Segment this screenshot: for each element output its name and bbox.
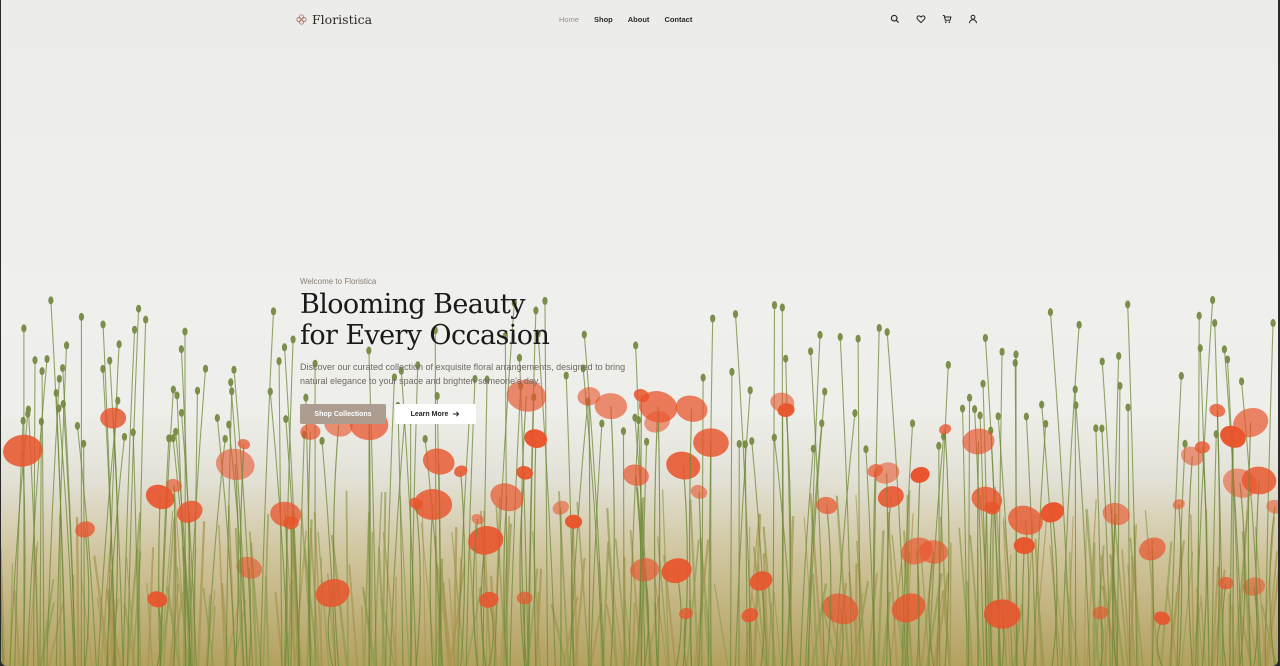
nav-link-home[interactable]: Home bbox=[559, 15, 579, 24]
nav-link-shop[interactable]: Shop bbox=[594, 15, 613, 24]
hero-section: Welcome to Floristica Blooming Beauty fo… bbox=[300, 277, 660, 424]
page: Floristica Home Shop About Contact Welco… bbox=[1, 0, 1278, 666]
learn-more-label: Learn More bbox=[410, 410, 449, 418]
learn-more-button[interactable]: Learn More bbox=[395, 404, 476, 424]
heart-icon[interactable] bbox=[916, 14, 926, 24]
hero-title-line-2: for Every Occasion bbox=[300, 320, 550, 351]
hero-title: Blooming Beauty for Every Occasion bbox=[300, 289, 660, 351]
top-navbar: Floristica Home Shop About Contact bbox=[1, 0, 1278, 40]
flower-logo-icon bbox=[296, 14, 307, 25]
hero-cta-group: Shop Collections Learn More bbox=[300, 404, 660, 424]
nav-link-contact[interactable]: Contact bbox=[664, 15, 692, 24]
hero-eyebrow: Welcome to Floristica bbox=[300, 277, 377, 286]
search-icon[interactable] bbox=[890, 14, 900, 24]
brand-name: Floristica bbox=[312, 12, 373, 27]
hero-title-line-1: Blooming Beauty bbox=[300, 289, 525, 320]
arrow-right-icon bbox=[453, 411, 460, 417]
cart-icon[interactable] bbox=[942, 14, 952, 24]
header-actions bbox=[890, 14, 978, 24]
nav-link-about[interactable]: About bbox=[628, 15, 650, 24]
main-nav: Home Shop About Contact bbox=[559, 15, 692, 24]
user-icon[interactable] bbox=[968, 14, 978, 24]
hero-description: Discover our curated collection of exqui… bbox=[300, 362, 626, 386]
shop-collections-label: Shop Collections bbox=[314, 410, 372, 418]
brand-logo[interactable]: Floristica bbox=[296, 12, 372, 27]
shop-collections-button[interactable]: Shop Collections bbox=[300, 404, 386, 424]
